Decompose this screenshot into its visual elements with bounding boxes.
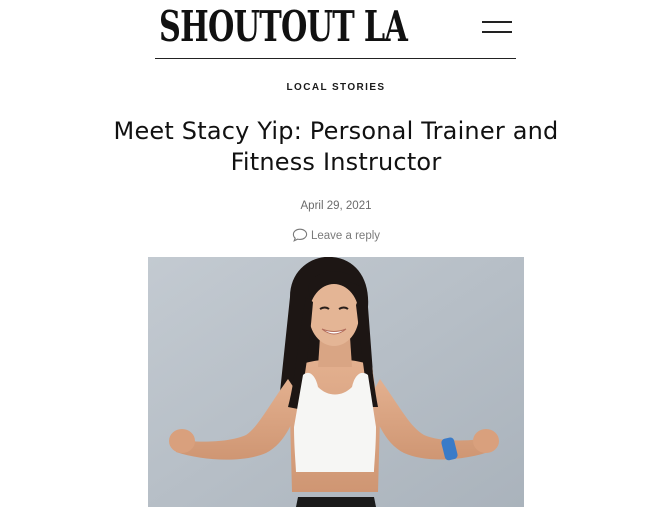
site-logo[interactable]: SHOUTOUT LA (159, 3, 408, 51)
menu-button[interactable] (482, 17, 514, 39)
category-link[interactable]: LOCAL STORIES (0, 82, 672, 93)
article-page: SHOUTOUT LA LOCAL STORIES Meet Stacy Yip… (0, 0, 672, 510)
leave-reply-link[interactable]: Leave a reply (0, 228, 672, 245)
comment-bubble-icon (292, 228, 308, 245)
hamburger-menu-icon-line (482, 31, 512, 33)
article-title: Meet Stacy Yip: Personal Trainer and Fit… (113, 117, 559, 176)
site-header: SHOUTOUT LA (155, 0, 516, 59)
hamburger-menu-icon (482, 21, 512, 23)
featured-image (148, 257, 524, 507)
post-date[interactable]: April 29, 2021 (0, 200, 672, 212)
leave-reply-label: Leave a reply (310, 230, 381, 242)
